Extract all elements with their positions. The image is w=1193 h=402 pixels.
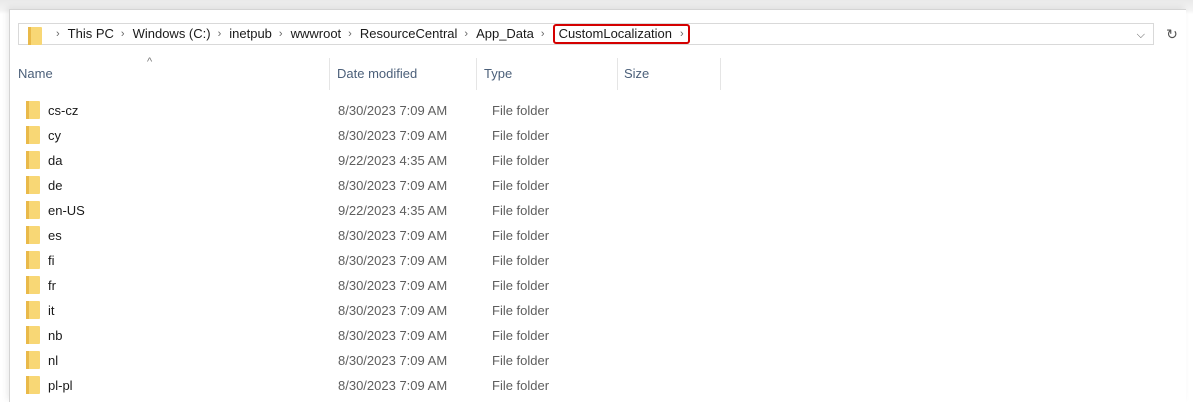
list-item[interactable]: nb 8/30/2023 7:09 AM File folder (18, 323, 718, 348)
file-date-modified: 8/30/2023 7:09 AM (338, 278, 448, 293)
list-item[interactable]: fi 8/30/2023 7:09 AM File folder (18, 248, 718, 273)
file-date-modified: 8/30/2023 7:09 AM (338, 353, 448, 368)
folder-icon (26, 301, 40, 319)
list-item[interactable]: pl-pl 8/30/2023 7:09 AM File folder (18, 373, 718, 398)
file-type: File folder (492, 278, 550, 293)
file-type: File folder (492, 303, 550, 318)
list-item[interactable]: cs-cz 8/30/2023 7:09 AM File folder (18, 98, 718, 123)
breadcrumb: › This PC › Windows (C:) › inetpub › www… (49, 24, 690, 44)
folder-icon (26, 126, 40, 144)
column-divider[interactable] (476, 58, 477, 90)
column-divider[interactable] (329, 58, 330, 90)
file-name: en-US (48, 203, 85, 218)
list-item[interactable]: da 9/22/2023 4:35 AM File folder (18, 148, 718, 173)
sort-ascending-icon: ^ (147, 56, 153, 68)
folder-icon (26, 151, 40, 169)
file-date-modified: 9/22/2023 4:35 AM (338, 203, 448, 218)
chevron-right-icon[interactable]: › (114, 24, 133, 44)
file-name: it (48, 303, 55, 318)
breadcrumb-app-data[interactable]: App_Data (476, 24, 534, 44)
breadcrumb-customlocalization[interactable]: CustomLocalization (559, 24, 672, 44)
breadcrumb-resourcecentral[interactable]: ResourceCentral (360, 24, 458, 44)
file-name: cs-cz (48, 103, 79, 118)
column-header-type[interactable]: Type (484, 58, 512, 90)
folder-icon (26, 326, 40, 344)
file-date-modified: 8/30/2023 7:09 AM (338, 328, 448, 343)
file-name: nb (48, 328, 63, 343)
file-date-modified: 8/30/2023 7:09 AM (338, 303, 448, 318)
column-header-name[interactable]: Name (18, 58, 53, 90)
file-type: File folder (492, 353, 550, 368)
folder-icon (26, 251, 40, 269)
folder-icon (26, 276, 40, 294)
address-bar[interactable]: › This PC › Windows (C:) › inetpub › www… (18, 23, 1154, 45)
breadcrumb-wwwroot[interactable]: wwwroot (291, 24, 342, 44)
column-divider[interactable] (720, 58, 721, 90)
chevron-right-icon[interactable]: › (272, 24, 291, 44)
chevron-right-icon[interactable]: › (49, 24, 68, 44)
file-type: File folder (492, 178, 550, 193)
file-explorer-window: › This PC › Windows (C:) › inetpub › www… (9, 9, 1186, 402)
folder-icon (26, 226, 40, 244)
file-type: File folder (492, 153, 550, 168)
file-type: File folder (492, 228, 550, 243)
list-item[interactable]: nl 8/30/2023 7:09 AM File folder (18, 348, 718, 373)
file-date-modified: 8/30/2023 7:09 AM (338, 128, 448, 143)
file-date-modified: 8/30/2023 7:09 AM (338, 253, 448, 268)
folder-icon (26, 351, 40, 369)
file-name: pl-pl (48, 378, 73, 393)
file-name: da (48, 153, 63, 168)
screenshot-frame: › This PC › Windows (C:) › inetpub › www… (0, 0, 1193, 402)
folder-icon (26, 101, 40, 119)
file-date-modified: 8/30/2023 7:09 AM (338, 103, 448, 118)
list-item[interactable]: fr 8/30/2023 7:09 AM File folder (18, 273, 718, 298)
chevron-right-icon[interactable]: › (341, 24, 360, 44)
breadcrumb-current-highlighted[interactable]: CustomLocalization › (552, 24, 690, 44)
file-name: nl (48, 353, 59, 368)
column-divider[interactable] (617, 58, 618, 90)
file-name: es (48, 228, 62, 243)
file-type: File folder (492, 103, 550, 118)
file-type: File folder (492, 378, 550, 393)
file-name: fr (48, 278, 56, 293)
file-name: fi (48, 253, 55, 268)
list-item[interactable]: it 8/30/2023 7:09 AM File folder (18, 298, 718, 323)
folder-icon (26, 176, 40, 194)
column-header-date-modified[interactable]: Date modified (337, 58, 417, 90)
breadcrumb-windows-c[interactable]: Windows (C:) (133, 24, 211, 44)
file-type: File folder (492, 253, 550, 268)
chevron-down-icon[interactable]: ⌵ (1137, 26, 1145, 44)
file-date-modified: 8/30/2023 7:09 AM (338, 378, 448, 393)
folder-icon (26, 376, 40, 394)
chevron-right-icon[interactable]: › (534, 24, 553, 44)
breadcrumb-inetpub[interactable]: inetpub (229, 24, 272, 44)
list-item[interactable]: cy 8/30/2023 7:09 AM File folder (18, 123, 718, 148)
file-date-modified: 9/22/2023 4:35 AM (338, 153, 448, 168)
file-date-modified: 8/30/2023 7:09 AM (338, 228, 448, 243)
column-header-size[interactable]: Size (624, 58, 649, 90)
list-item[interactable]: en-US 9/22/2023 4:35 AM File folder (18, 198, 718, 223)
file-name: cy (48, 128, 61, 143)
chevron-right-icon[interactable]: › (211, 24, 230, 44)
file-type: File folder (492, 328, 550, 343)
file-date-modified: 8/30/2023 7:09 AM (338, 178, 448, 193)
file-type: File folder (492, 128, 550, 143)
file-name: de (48, 178, 63, 193)
list-item[interactable]: es 8/30/2023 7:09 AM File folder (18, 223, 718, 248)
refresh-icon[interactable]: ↻ (1162, 23, 1182, 45)
chevron-right-icon[interactable]: › (457, 24, 476, 44)
breadcrumb-this-pc[interactable]: This PC (68, 24, 114, 44)
folder-icon (28, 27, 42, 45)
list-item[interactable]: de 8/30/2023 7:09 AM File folder (18, 173, 718, 198)
folder-icon (26, 201, 40, 219)
chevron-right-icon[interactable]: › (672, 26, 684, 42)
file-type: File folder (492, 203, 550, 218)
